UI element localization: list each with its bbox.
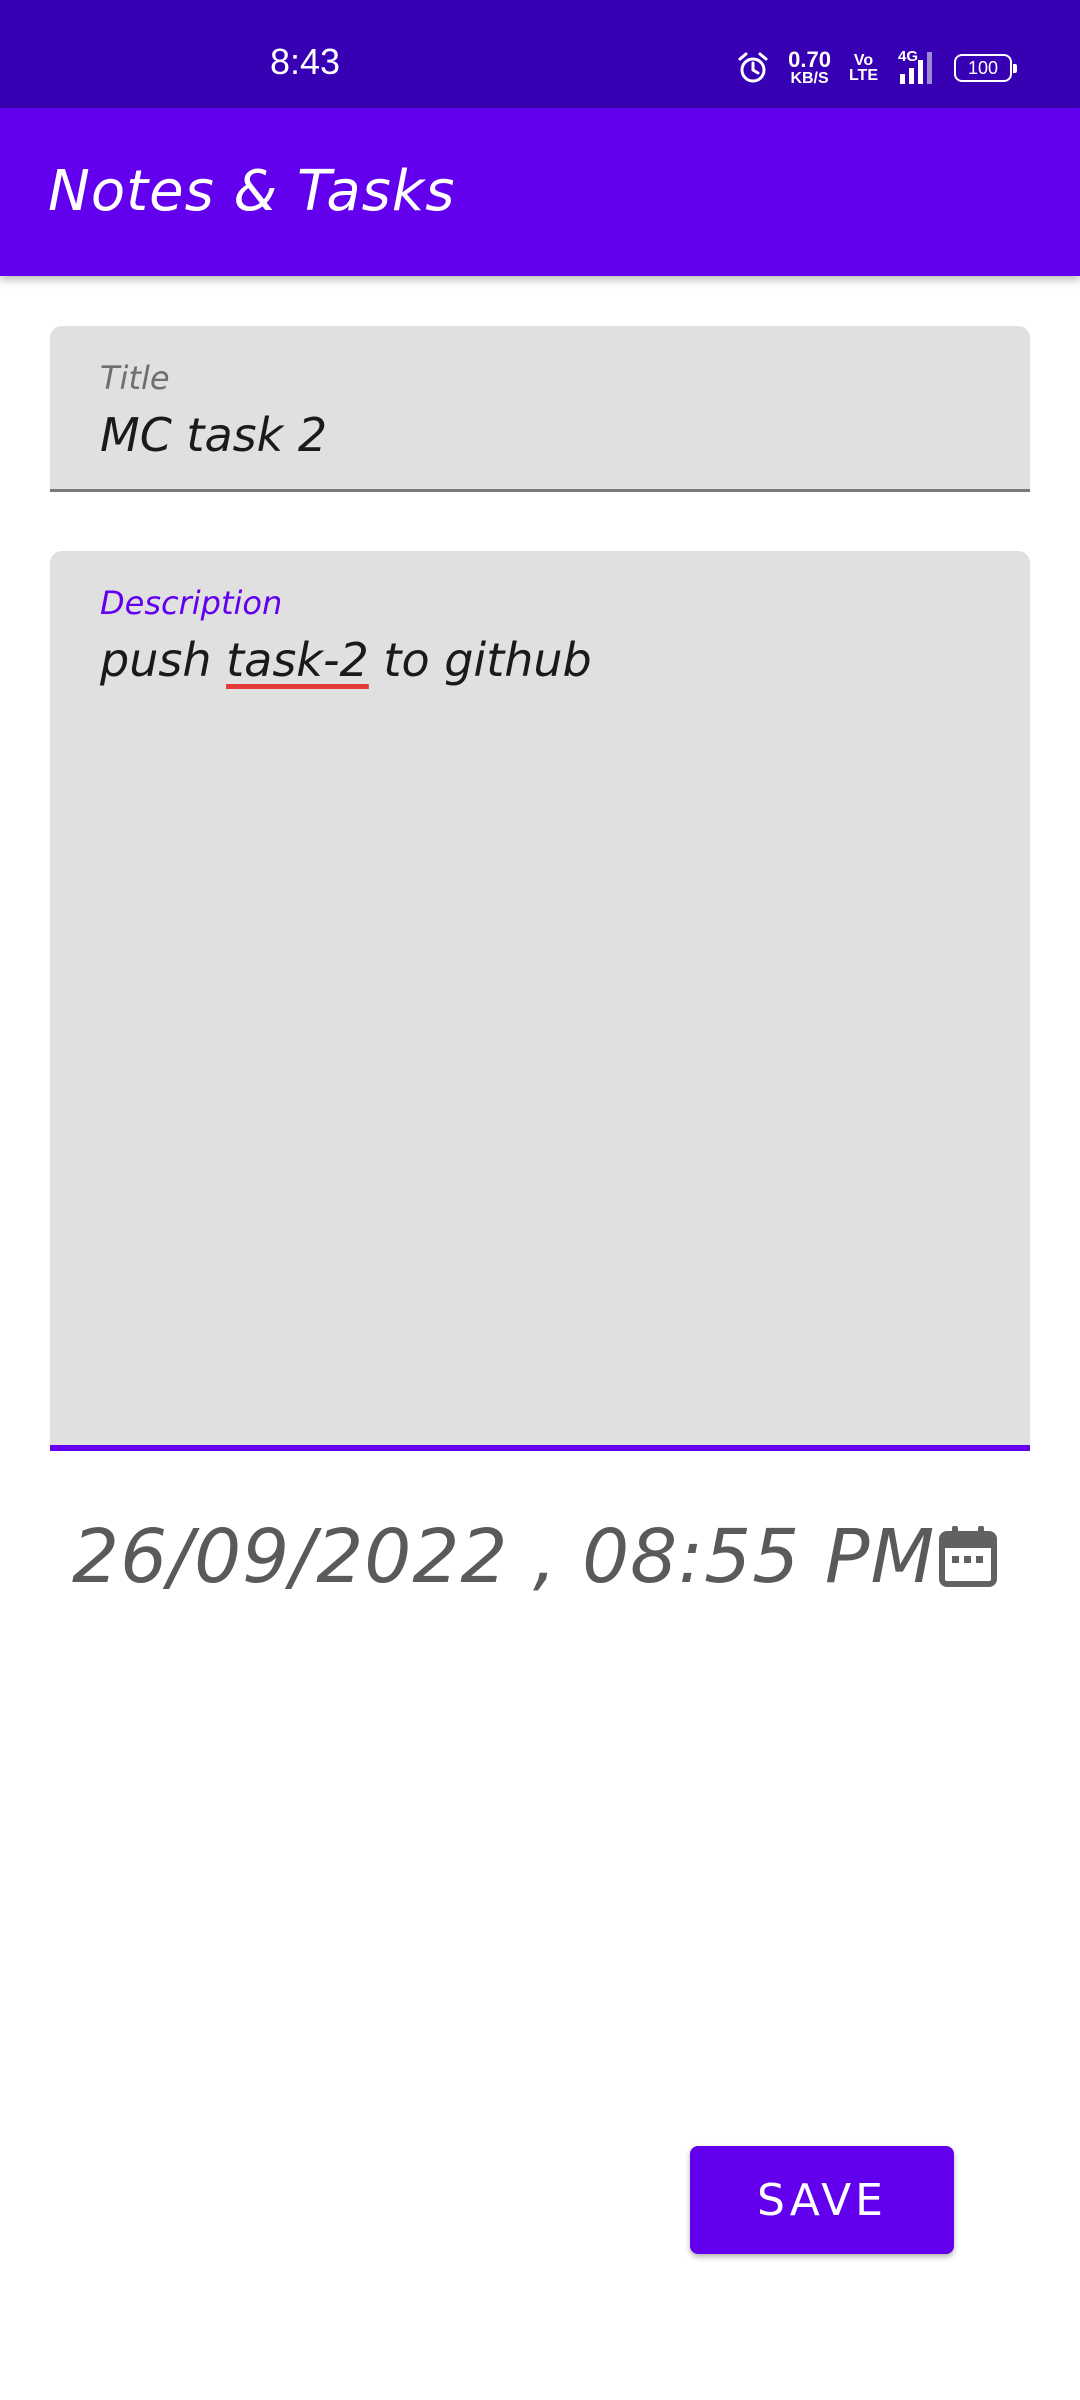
description-field[interactable]: Description push task-2 to github [50,551,1030,1451]
save-button[interactable]: SAVE [690,2146,954,2254]
volte-indicator: Vo LTE [848,51,878,84]
title-field[interactable]: Title MC task 2 [50,326,1030,492]
speed-unit: KB/S [790,69,829,87]
volte-top: Vo [853,51,874,69]
description-text-start: push [100,633,227,687]
speed-value: 0.70 [788,46,831,72]
app-title: Notes & Tasks [48,159,456,224]
title-input[interactable]: MC task 2 [100,412,327,458]
status-icons: 0.70 KB/S Vo LTE 4G 100 [736,46,1017,88]
misspelled-word[interactable]: task-2 [226,633,369,687]
app-bar: Notes & Tasks [0,108,1080,276]
battery-indicator: 100 [954,54,1017,82]
alarm-icon [738,52,768,83]
signal-indicator: 4G [896,48,936,86]
battery-level: 100 [967,57,999,78]
volte-bottom: LTE [848,67,878,84]
signal-icon [900,52,932,84]
calendar-icon[interactable] [938,1524,998,1588]
status-time: 8:43 [270,41,341,82]
status-bar: 8:43 0.70 KB/S Vo LTE 4G 100 [0,0,1080,108]
network-speed: 0.70 KB/S [788,46,831,87]
title-label: Title [100,359,170,397]
description-text-end: to github [368,633,592,687]
datetime-display[interactable]: 26/09/2022 , 08:55 PM [72,1520,935,1594]
description-input[interactable]: push task-2 to github [100,637,592,683]
description-label: Description [100,584,283,622]
